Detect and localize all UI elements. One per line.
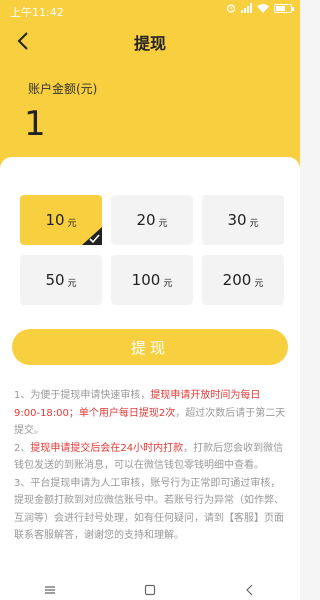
amount-option-20[interactable]: 20 元 — [111, 195, 193, 245]
nav-back-button[interactable] — [230, 580, 270, 600]
signal-icon — [241, 3, 252, 13]
battery-icon — [274, 3, 294, 13]
wifi-icon — [257, 4, 269, 13]
nav-home-button[interactable] — [130, 580, 170, 600]
status-time: 上午11:42 — [10, 6, 64, 19]
amount-value: 200 — [222, 271, 252, 289]
amount-unit: 元 — [254, 278, 264, 289]
amount-value: 10 — [45, 211, 65, 229]
menu-icon — [45, 586, 55, 594]
amount-value: 50 — [45, 271, 65, 289]
page-title: 提现 — [133, 34, 166, 53]
amount-option-30[interactable]: 30 元 — [202, 195, 284, 245]
amount-option-50[interactable]: 50 元 — [20, 255, 102, 305]
amount-value: 20 — [136, 211, 156, 229]
amount-unit: 元 — [163, 278, 173, 289]
alarm-icon — [226, 4, 236, 13]
withdraw-card: 10 元 20 元 30 元 50 元 100 元 200 元 提现 1、为便于提现申请快速… — [0, 157, 300, 600]
back-icon — [246, 584, 253, 596]
status-icons — [226, 3, 294, 13]
balance-value: 1 — [24, 104, 46, 144]
amount-unit: 元 — [158, 218, 168, 229]
amount-option-10[interactable]: 10 元 — [20, 195, 102, 245]
note-2: 2、提现申请提交后会在24小时内打款，打款后您会收到微信钱包发送的到账消息，可以… — [14, 440, 286, 475]
note-1: 1、为便于提现申请快速审核，提现申请开放时间为每日9:00-18:00；单个用户… — [14, 387, 286, 440]
amount-value: 100 — [131, 271, 161, 289]
amount-option-100[interactable]: 100 元 — [111, 255, 193, 305]
amount-grid: 10 元 20 元 30 元 50 元 100 元 200 元 — [20, 195, 284, 305]
nav-menu-button[interactable] — [30, 580, 70, 600]
amount-unit: 元 — [67, 278, 77, 289]
status-bar: 上午11:42 — [0, 0, 300, 22]
amount-unit: 元 — [249, 218, 259, 229]
withdraw-button[interactable]: 提现 — [12, 329, 288, 365]
home-icon — [144, 584, 156, 596]
header: 上午11:42 提现 账户金额(元) 1 — [0, 0, 300, 175]
amount-value: 30 — [227, 211, 247, 229]
amount-unit: 元 — [67, 218, 77, 229]
system-nav-bar — [0, 580, 300, 600]
checkmark-icon — [82, 227, 102, 245]
balance-label: 账户金额(元) — [28, 82, 98, 96]
withdraw-notes: 1、为便于提现申请快速审核，提现申请开放时间为每日9:00-18:00；单个用户… — [14, 387, 286, 545]
amount-option-200[interactable]: 200 元 — [202, 255, 284, 305]
note-highlight: 提现申请提交后会在24小时内打款 — [30, 442, 184, 454]
note-3: 3、平台提现申请为人工审核，账号行为正常即可通过审核，提现金额打款到对应微信账号… — [14, 477, 284, 542]
note-text: 2、 — [14, 442, 31, 454]
note-text: 1、为便于提现申请快速审核， — [14, 390, 151, 401]
